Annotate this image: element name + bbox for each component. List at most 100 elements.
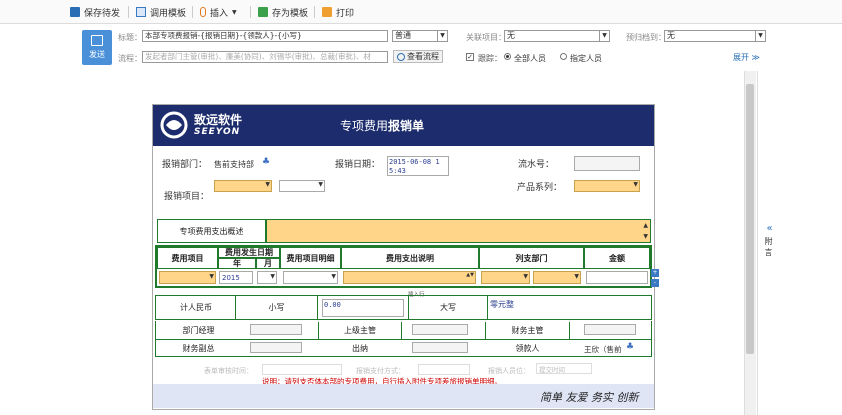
finance-manager-label: 财务主管	[485, 322, 570, 339]
radio-specified-people[interactable]	[560, 52, 567, 62]
row-detail-select[interactable]: ▼	[283, 271, 338, 284]
radio-icon	[504, 53, 511, 60]
col-year: 年	[218, 258, 256, 269]
priority-select[interactable]: 普通 ▼	[392, 30, 448, 42]
audit-time-field	[262, 364, 342, 375]
logo-en: SEEYON	[194, 127, 241, 137]
serial-label: 流水号：	[518, 160, 555, 170]
send-button[interactable]: 发送	[82, 30, 112, 65]
item-select-1[interactable]: ▼	[214, 180, 272, 192]
serial-field[interactable]	[574, 156, 640, 171]
person-icon[interactable]: ♣	[626, 342, 634, 352]
row-item-select[interactable]: ▼	[159, 271, 216, 284]
double-chevron-left-icon: «	[766, 223, 773, 234]
summary-label: 专项费用支出概述	[157, 219, 266, 243]
chevron-down-icon: ▼	[437, 31, 447, 41]
save-icon	[70, 7, 80, 17]
date-label: 报销日期：	[335, 160, 381, 170]
col-item: 费用项目	[157, 247, 218, 269]
view-flow-button[interactable]: 查看流程	[393, 50, 443, 63]
toolbar: 保存待发 调用模板 插入 ▼ 存为模板 打印	[0, 0, 842, 24]
col-amount: 金额	[584, 247, 650, 269]
audit-time-label: 表单审核时间：	[204, 367, 253, 375]
dept-value: 售前支持部	[214, 160, 254, 169]
chevron-down-icon: ▼	[318, 181, 323, 188]
related-project-select[interactable]: 无 ▼	[504, 30, 610, 42]
delete-row-icon[interactable]: -	[651, 279, 659, 287]
save-template-icon	[258, 7, 268, 17]
row-amount-field[interactable]	[586, 271, 648, 284]
insert-button[interactable]: 插入 ▼	[200, 5, 237, 19]
dept-manager-field	[250, 324, 302, 335]
chevron-down-icon: ▼	[331, 273, 336, 280]
template-icon	[136, 7, 146, 17]
printer-icon	[322, 7, 332, 17]
small-amount-field: 0.00	[322, 299, 404, 317]
expand-link[interactable]: 展开 ≫	[733, 52, 760, 63]
seeyon-logo: 致远软件 SEEYON	[160, 110, 252, 140]
row-dept-select-1[interactable]: ▼	[481, 271, 530, 284]
related-value: 无	[507, 31, 515, 40]
product-label: 产品系列：	[517, 183, 563, 193]
related-label: 关联项目：	[466, 33, 506, 42]
summary-textarea[interactable]: ▲ ▼	[266, 219, 651, 243]
row-dept-select-2[interactable]: ▼	[533, 271, 581, 284]
col-month: 月	[256, 258, 280, 269]
item-select-2[interactable]: ▼	[279, 180, 325, 192]
big-amount-value: 零元整	[490, 300, 514, 309]
dept-manager-label: 部门经理	[182, 326, 215, 335]
toolbar-divider	[314, 6, 315, 18]
call-template-label: 调用模板	[150, 8, 187, 19]
logo-icon	[160, 111, 188, 139]
chevron-down-icon: ▼	[755, 31, 765, 41]
col-detail: 费用项目明细	[280, 247, 341, 269]
row-month-select[interactable]: ▼	[257, 271, 277, 284]
save-draft-button[interactable]: 保存待发	[70, 5, 120, 19]
rmb-label: 计人民币	[157, 296, 236, 319]
print-label: 打印	[336, 8, 355, 19]
send-icon	[91, 35, 103, 46]
payee-label: 领款人	[515, 344, 540, 353]
row-desc-field[interactable]: ▲▼	[343, 271, 476, 284]
toolbar-divider	[128, 6, 129, 18]
row-year-field[interactable]: 2015	[219, 271, 253, 284]
col-date: 费用发生日期	[218, 247, 280, 258]
pay-method-field	[418, 364, 470, 375]
call-template-button[interactable]: 调用模板	[136, 5, 186, 19]
submit-time-field: 提交时间	[536, 363, 592, 374]
payee-value: 王欣（售前	[584, 345, 622, 354]
specified-people-label: 指定人员	[570, 54, 602, 63]
flow-input[interactable]: 发起者部门主管(审批)、廉美(协同)、刘锡华(审批)、总裁(审批)、材	[142, 51, 388, 63]
check-icon: ✓	[466, 52, 474, 61]
track-checkbox[interactable]: ✓	[466, 52, 474, 62]
subject-input[interactable]: 本部专项费报销-{报销日期}-{领款人}-{小写}	[142, 30, 388, 42]
date-field[interactable]: 2015-06-08 15:43	[387, 156, 449, 176]
scroll-up-icon[interactable]: ▲	[643, 222, 648, 229]
chevron-down-icon: ▼	[599, 31, 609, 41]
chevron-down-icon: ▼	[633, 181, 638, 188]
all-people-label: 全部人员	[514, 54, 546, 63]
product-select[interactable]: ▼	[574, 180, 640, 192]
person-icon[interactable]: ♣	[262, 157, 270, 167]
priority-value: 普通	[395, 31, 411, 40]
archive-label: 预归档到：	[626, 33, 666, 42]
logo-cn: 致远软件	[194, 113, 243, 127]
chevron-down-icon: ▼	[232, 8, 237, 16]
attach-panel[interactable]: « 附言	[757, 71, 781, 415]
flow-label: 流程：	[118, 54, 142, 63]
flow-icon	[397, 52, 405, 61]
reimburser-label: 报销人员位：	[488, 367, 530, 375]
scroll-down-icon[interactable]: ▼	[643, 233, 648, 240]
save-draft-label: 保存待发	[84, 8, 121, 19]
toolbar-divider	[192, 6, 193, 18]
add-row-icon[interactable]: +	[651, 269, 659, 277]
radio-all-people[interactable]	[504, 52, 511, 62]
scrollbar-thumb[interactable]	[746, 84, 754, 354]
print-button[interactable]: 打印	[322, 5, 354, 19]
attach-label: 附言	[764, 237, 773, 257]
save-template-button[interactable]: 存为模板	[258, 5, 308, 19]
archive-select[interactable]: 无 ▼	[664, 30, 766, 42]
cashier-label: 出纳	[352, 344, 368, 353]
finance-manager-field	[584, 324, 636, 335]
track-label: 跟踪：	[478, 54, 502, 63]
